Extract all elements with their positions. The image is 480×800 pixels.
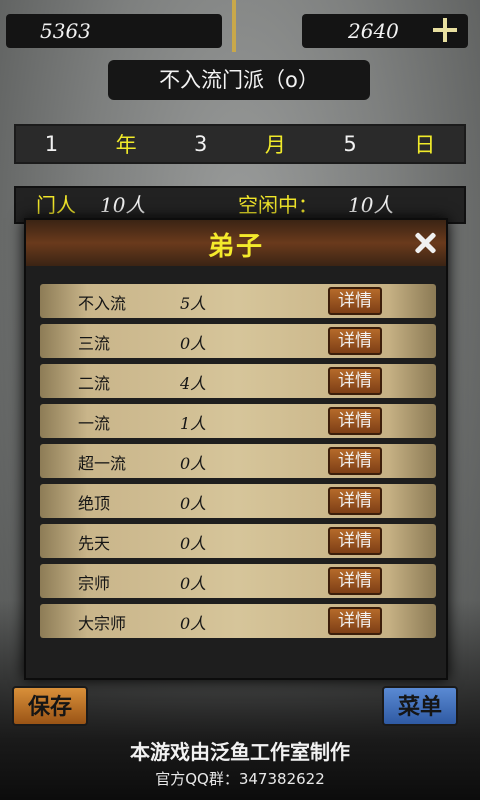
rank-count: 0人	[180, 454, 207, 473]
list-item: 绝顶 0人 详情	[40, 484, 436, 518]
rank-count: 0人	[180, 574, 207, 593]
rank-count: 5人	[180, 294, 207, 313]
plus-icon[interactable]	[432, 17, 458, 43]
day-number: 5	[343, 132, 357, 156]
details-button[interactable]: 详情	[328, 327, 382, 355]
list-item: 先天 0人 详情	[40, 524, 436, 558]
idle-label: 空闲中：	[238, 193, 318, 217]
details-button[interactable]: 详情	[328, 487, 382, 515]
month-unit: 月	[264, 133, 286, 157]
rank-count: 0人	[180, 534, 207, 553]
rank-count: 0人	[180, 334, 207, 353]
list-item: 一流 1人 详情	[40, 404, 436, 438]
idle-value: 10人	[348, 193, 394, 217]
rank-list: 不入流 5人 详情 三流 0人 详情 二流 4人 详情 一流 1人 详情 超一流…	[40, 284, 436, 644]
list-item: 二流 4人 详情	[40, 364, 436, 398]
list-item: 不入流 5人 详情	[40, 284, 436, 318]
dialog-title: 弟子	[207, 232, 264, 262]
sect-title: 不入流门派（o）	[108, 60, 370, 100]
close-icon[interactable]	[412, 230, 438, 256]
rank-count: 4人	[180, 374, 207, 393]
resource-right: 2640	[302, 14, 468, 48]
list-item: 超一流 0人 详情	[40, 444, 436, 478]
list-item: 三流 0人 详情	[40, 324, 436, 358]
members-value: 10人	[100, 193, 146, 217]
details-button[interactable]: 详情	[328, 607, 382, 635]
top-bar: 5363 2640	[0, 0, 480, 52]
details-button[interactable]: 详情	[328, 287, 382, 315]
list-item: 宗师 0人 详情	[40, 564, 436, 598]
rank-name: 大宗师	[78, 614, 127, 633]
month-number: 3	[194, 132, 208, 156]
resource-right-value: 2640	[348, 19, 399, 43]
credits-text: 本游戏由泛鱼工作室制作	[130, 740, 350, 764]
details-button[interactable]: 详情	[328, 367, 382, 395]
rank-name: 二流	[78, 374, 111, 393]
rank-name: 先天	[78, 534, 111, 553]
list-item: 大宗师 0人 详情	[40, 604, 436, 638]
top-divider	[232, 0, 236, 52]
rank-count: 1人	[180, 414, 207, 433]
details-button[interactable]: 详情	[328, 407, 382, 435]
disciples-dialog: 弟子 不入流 5人 详情 三流 0人 详情 二流 4人 详情 一流 1人 详情 …	[24, 218, 448, 680]
year-unit: 年	[115, 133, 137, 157]
save-button[interactable]: 保存	[12, 686, 88, 726]
details-button[interactable]: 详情	[328, 527, 382, 555]
rank-name: 绝顶	[78, 494, 111, 513]
resource-left: 5363	[6, 14, 222, 48]
date-bar: 1 年 3 月 5 日	[14, 124, 466, 164]
dialog-header: 弟子	[26, 220, 446, 266]
details-button[interactable]: 详情	[328, 567, 382, 595]
rank-count: 0人	[180, 494, 207, 513]
rank-name: 宗师	[78, 574, 111, 593]
rank-name: 一流	[78, 414, 111, 433]
rank-name: 不入流	[78, 294, 127, 313]
day-unit: 日	[414, 133, 436, 157]
rank-name: 三流	[78, 334, 111, 353]
members-label: 门人	[36, 193, 76, 217]
year-number: 1	[44, 132, 59, 156]
menu-button[interactable]: 菜单	[382, 686, 458, 726]
qq-group-text: 官方QQ群：347382622	[155, 770, 325, 788]
rank-name: 超一流	[78, 454, 127, 473]
rank-count: 0人	[180, 614, 207, 633]
details-button[interactable]: 详情	[328, 447, 382, 475]
